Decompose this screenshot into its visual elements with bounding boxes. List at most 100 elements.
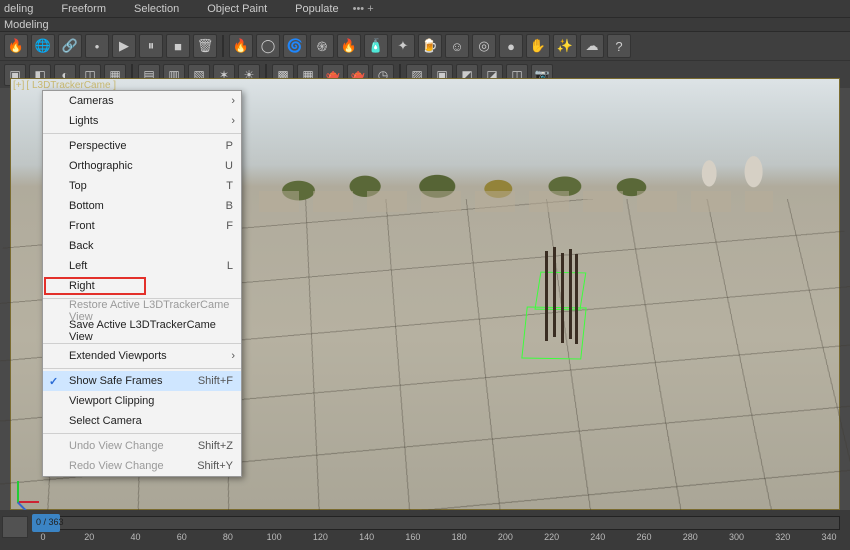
check-icon: ✓ <box>49 375 58 388</box>
tick: 20 <box>78 532 100 548</box>
splash-icon[interactable]: ✨ <box>553 34 577 58</box>
link-icon[interactable]: 🔗 <box>58 34 82 58</box>
trash-icon[interactable]: 🗑 <box>193 34 217 58</box>
ribbon-caption-text: Modeling <box>4 19 49 31</box>
rebar-group <box>545 251 548 341</box>
menu-select-camera[interactable]: Select Camera <box>43 411 241 431</box>
hand-icon[interactable]: ✋ <box>526 34 550 58</box>
dot-icon[interactable]: • <box>85 34 109 58</box>
ribbon-caption: Modeling <box>0 18 850 32</box>
menu-right[interactable]: Right <box>43 276 241 296</box>
menu-safe-label: Show Safe Frames <box>69 375 163 387</box>
ws-tab-add[interactable]: ••• + <box>353 3 374 15</box>
tick: 320 <box>772 532 794 548</box>
menu-undo-view: Undo View ChangeShift+Z <box>43 436 241 456</box>
tick: 280 <box>679 532 701 548</box>
menu-top[interactable]: Top T <box>43 176 241 196</box>
workspace-tabs: deling Freeform Selection Object Paint P… <box>0 0 850 18</box>
fire-icon[interactable]: 🔥 <box>4 34 28 58</box>
target-icon[interactable]: ◎ <box>472 34 496 58</box>
pause-icon[interactable]: ⏸ <box>139 34 163 58</box>
menu-clip-label: Viewport Clipping <box>69 395 154 407</box>
tick: 80 <box>217 532 239 548</box>
tick: 180 <box>448 532 470 548</box>
tick: 120 <box>309 532 331 548</box>
menu-top-key: T <box>216 180 233 192</box>
axis-y-icon <box>17 481 19 503</box>
menu-perspective[interactable]: PerspectiveP <box>43 136 241 156</box>
face-icon[interactable]: ☺ <box>445 34 469 58</box>
menu-bottom-label: Bottom <box>69 200 104 212</box>
tick: 220 <box>541 532 563 548</box>
globe-icon[interactable]: 🌐 <box>31 34 55 58</box>
timeline-pos-label: 0 / 363 <box>36 517 64 527</box>
menu-back[interactable]: Back <box>43 236 241 256</box>
drink-icon[interactable]: 🍺 <box>418 34 442 58</box>
menu-viewport-clipping[interactable]: Viewport Clipping <box>43 391 241 411</box>
ws-tab-objectpaint[interactable]: Object Paint <box>207 3 267 15</box>
tick: 140 <box>356 532 378 548</box>
menu-front-key: F <box>216 220 233 232</box>
planter-pots <box>259 191 772 213</box>
ws-tab-populate[interactable]: Populate <box>295 3 338 15</box>
menu-lights[interactable]: Lights <box>43 111 241 131</box>
tick: 160 <box>402 532 424 548</box>
menu-cameras-label: Cameras <box>69 95 114 107</box>
toolbar-sep <box>222 35 224 57</box>
menu-bottom-key: B <box>216 200 233 212</box>
sparkle-icon[interactable]: ✦ <box>391 34 415 58</box>
menu-top-label: Top <box>69 180 87 192</box>
menu-orthographic[interactable]: OrthographicU <box>43 156 241 176</box>
viewport-menu-trigger[interactable]: [+] <box>13 80 24 91</box>
menu-sep <box>43 133 241 134</box>
menu-sep <box>43 343 241 344</box>
ring-icon[interactable]: ◯ <box>256 34 280 58</box>
menu-save-label: Save Active L3DTrackerCame View <box>69 319 233 343</box>
menu-redo-view: Redo View ChangeShift+Y <box>43 456 241 476</box>
tick: 60 <box>171 532 193 548</box>
timeline: 0 / 363 0 20 40 60 80 100 120 140 160 18… <box>0 510 850 550</box>
main-toolbar: 🔥 🌐 🔗 • ▶ ⏸ ■ 🗑 🔥 ◯ 🌀 ֍ 🔥 🧴 ✦ 🍺 ☺ ◎ ● ✋ … <box>0 32 850 60</box>
menu-undo-key: Shift+Z <box>188 440 233 452</box>
menu-redo-label: Redo View Change <box>69 460 164 472</box>
menu-cameras[interactable]: Cameras <box>43 91 241 111</box>
tick: 300 <box>726 532 748 548</box>
tick: 200 <box>494 532 516 548</box>
selection-helper-box[interactable] <box>522 306 587 359</box>
bottle-icon[interactable]: 🧴 <box>364 34 388 58</box>
tick: 240 <box>587 532 609 548</box>
menu-front[interactable]: FrontF <box>43 216 241 236</box>
help-icon[interactable]: ? <box>607 34 631 58</box>
menu-extended-label: Extended Viewports <box>69 350 167 362</box>
menu-sep <box>43 433 241 434</box>
menu-show-safe-frames[interactable]: ✓ Show Safe Frames Shift+F <box>43 371 241 391</box>
ws-tab-freeform[interactable]: Freeform <box>61 3 106 15</box>
fire2-icon[interactable]: 🔥 <box>337 34 361 58</box>
menu-left[interactable]: LeftL <box>43 256 241 276</box>
axis-gizmo[interactable] <box>17 473 47 503</box>
cloud-icon[interactable]: ☁ <box>580 34 604 58</box>
ws-tab-selection[interactable]: Selection <box>134 3 179 15</box>
swirl-icon[interactable]: ֍ <box>310 34 334 58</box>
menu-right-label: Right <box>69 280 95 292</box>
tick: 100 <box>263 532 285 548</box>
menu-selectcam-label: Select Camera <box>69 415 142 427</box>
menu-perspective-key: P <box>216 140 233 152</box>
ws-tab-modeling[interactable]: deling <box>4 3 33 15</box>
play-icon[interactable]: ▶ <box>112 34 136 58</box>
menu-bottom[interactable]: Bottom B <box>43 196 241 216</box>
menu-restore-view: Restore Active L3DTrackerCame View <box>43 301 241 321</box>
timeline-ticks: 0 20 40 60 80 100 120 140 160 180 200 22… <box>32 532 840 548</box>
timeline-track[interactable] <box>32 516 840 530</box>
pt-icon[interactable]: ● <box>499 34 523 58</box>
menu-back-label: Back <box>69 240 93 252</box>
spiral-icon[interactable]: 🌀 <box>283 34 307 58</box>
menu-orthographic-label: Orthographic <box>69 160 133 172</box>
tick: 40 <box>124 532 146 548</box>
stop-icon[interactable]: ■ <box>166 34 190 58</box>
menu-save-view[interactable]: Save Active L3DTrackerCame View <box>43 321 241 341</box>
flame-icon[interactable]: 🔥 <box>229 34 253 58</box>
menu-extended-viewports[interactable]: Extended Viewports <box>43 346 241 366</box>
menu-safe-key: Shift+F <box>188 375 233 387</box>
timeline-thumb[interactable] <box>2 516 28 538</box>
